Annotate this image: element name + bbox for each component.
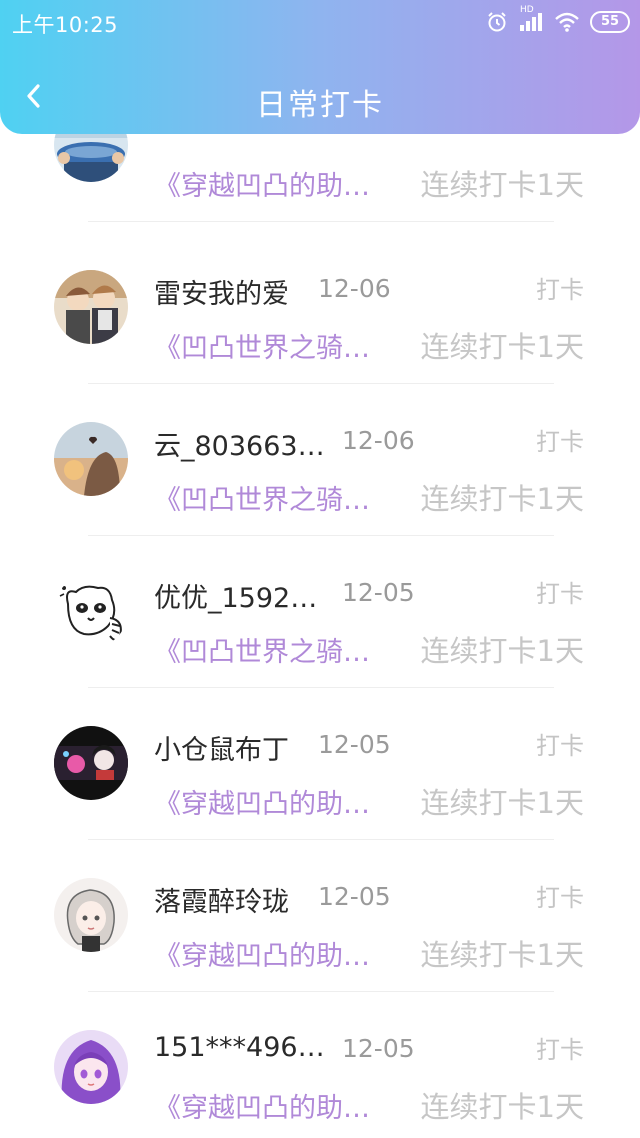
signal-icon: HD: [518, 5, 544, 33]
book-title-link[interactable]: 《穿越凹凸的助…: [154, 164, 370, 203]
user-name: 小仓鼠布丁: [154, 735, 289, 766]
book-title-link[interactable]: 《穿越凹凸的助…: [154, 934, 370, 973]
user-name: 落霞醉玲珑: [154, 887, 289, 918]
user-name: 雷安我的爱: [154, 279, 289, 310]
sketch-girl-avatar-icon[interactable]: [54, 878, 128, 952]
streak-text: 连续打卡1天: [420, 330, 584, 364]
page-title: 日常打卡: [256, 88, 384, 123]
user-name: 云_803663…: [154, 431, 325, 462]
checkin-date: 12-06: [318, 274, 391, 303]
purple-hair-avatar-icon[interactable]: [54, 1030, 128, 1104]
streak-text: 连续打卡1天: [420, 168, 584, 202]
user-name: 151***496…: [154, 1032, 325, 1063]
status-bar: 上午10:25 HD 55: [0, 0, 640, 44]
checkin-list[interactable]: 《穿越凹凸的助… 连续打卡1天 雷安我的爱 12-06 打卡 《凹凸世界之骑… …: [0, 0, 640, 1138]
divider: [88, 221, 554, 222]
wifi-icon: [554, 11, 580, 33]
list-item[interactable]: 雷安我的爱 12-06 打卡 《凹凸世界之骑… 连续打卡1天: [0, 232, 640, 384]
checkin-date: 12-05: [342, 1034, 415, 1063]
streak-text: 连续打卡1天: [420, 482, 584, 516]
list-item[interactable]: 落霞醉玲珑 12-05 打卡 《穿越凹凸的助… 连续打卡1天: [0, 840, 640, 992]
user-name: 优优_1592…: [154, 583, 318, 614]
book-title-link[interactable]: 《穿越凹凸的助…: [154, 1086, 370, 1125]
checkin-action-label[interactable]: 打卡: [536, 574, 584, 609]
app-header: 上午10:25 HD 55 日常打卡: [0, 0, 640, 134]
list-item[interactable]: 151***496… 12-05 打卡 《穿越凹凸的助… 连续打卡1天: [0, 992, 640, 1138]
battery-indicator: 55: [590, 11, 630, 33]
raccoon-avatar-icon[interactable]: [54, 574, 128, 648]
network-type-label: HD: [520, 5, 534, 15]
book-title-link[interactable]: 《凹凸世界之骑…: [154, 478, 370, 517]
sunset-avatar-icon[interactable]: [54, 422, 128, 496]
list-item[interactable]: 云_803663… 12-06 打卡 《凹凸世界之骑… 连续打卡1天: [0, 384, 640, 536]
status-icons: HD 55: [486, 5, 630, 36]
book-title-link[interactable]: 《凹凸世界之骑…: [154, 630, 370, 669]
book-title-link[interactable]: 《穿越凹凸的助…: [154, 782, 370, 821]
streak-text: 连续打卡1天: [420, 634, 584, 668]
dark-anime-avatar-icon[interactable]: [54, 726, 128, 800]
list-item[interactable]: 优优_1592… 12-05 打卡 《凹凸世界之骑… 连续打卡1天: [0, 536, 640, 688]
book-title-link[interactable]: 《凹凸世界之骑…: [154, 326, 370, 365]
checkin-action-label[interactable]: 打卡: [536, 422, 584, 457]
checkin-date: 12-05: [342, 578, 415, 607]
checkin-action-label[interactable]: 打卡: [536, 878, 584, 913]
status-time: 上午10:25: [12, 13, 119, 37]
list-item[interactable]: 小仓鼠布丁 12-05 打卡 《穿越凹凸的助… 连续打卡1天: [0, 688, 640, 840]
checkin-date: 12-05: [318, 882, 391, 911]
checkin-date: 12-05: [318, 730, 391, 759]
checkin-action-label[interactable]: 打卡: [536, 1030, 584, 1065]
alarm-icon: [486, 11, 508, 33]
streak-text: 连续打卡1天: [420, 786, 584, 820]
nav-bar: 日常打卡: [0, 56, 640, 136]
streak-text: 连续打卡1天: [420, 938, 584, 972]
streak-text: 连续打卡1天: [420, 1090, 584, 1124]
checkin-action-label[interactable]: 打卡: [536, 726, 584, 761]
checkin-action-label[interactable]: 打卡: [536, 270, 584, 305]
anime-boy-avatar-icon[interactable]: [54, 270, 128, 344]
checkin-date: 12-06: [342, 426, 415, 455]
